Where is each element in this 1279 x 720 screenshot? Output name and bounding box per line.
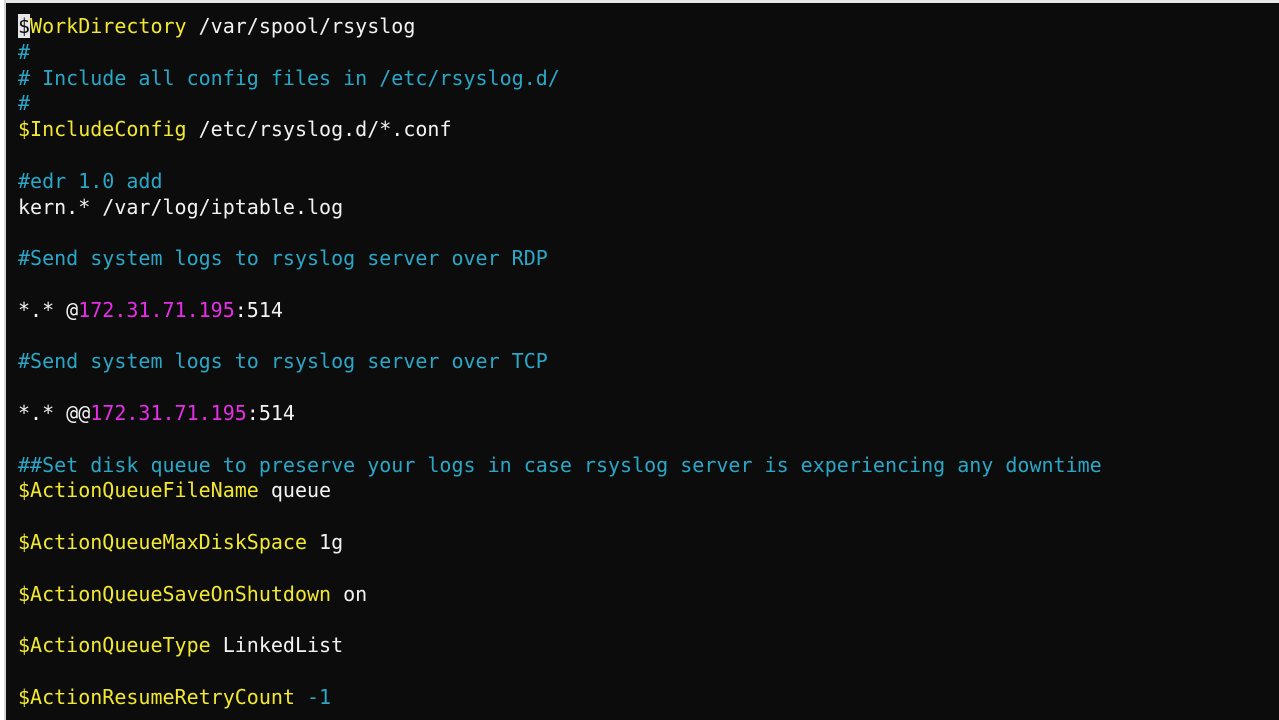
terminal-text-segment: /etc/rsyslog.d/*.conf — [186, 117, 452, 142]
terminal-text-segment: #Send system logs to rsyslog server over… — [18, 246, 548, 271]
terminal-line: #edr 1.0 add — [18, 169, 1102, 195]
terminal-text-segment: ##Set disk queue to preserve your logs i… — [18, 452, 1102, 477]
terminal-text-segment: kern.* /var/log/iptable.log — [18, 194, 344, 219]
terminal-text-segment: #Send system logs to rsyslog server over… — [18, 349, 548, 374]
terminal-line: kern.* /var/log/iptable.log — [18, 195, 1102, 221]
text-cursor: $ — [18, 14, 31, 38]
terminal-text-segment: $ActionQueueType — [18, 633, 211, 658]
terminal-line: # — [18, 40, 1102, 66]
terminal-text-segment: $ActionQueueFileName — [18, 478, 259, 503]
terminal-line: ##Set disk queue to preserve your logs i… — [18, 453, 1102, 479]
terminal-text-segment: WorkDirectory — [30, 14, 187, 38]
terminal-text-segment: # — [18, 39, 31, 64]
terminal-line: $WorkDirectory /var/spool/rsyslog — [18, 14, 1102, 40]
terminal-line: $ActionQueueFileName queue — [18, 478, 1102, 504]
terminal-line: #Send system logs to rsyslog server over… — [18, 349, 1102, 375]
screenshot-frame: $WorkDirectory /var/spool/rsyslog # # Incl… — [0, 0, 1279, 720]
terminal-text-segment: *.* @@ — [18, 400, 91, 425]
terminal-text-segment: queue — [258, 478, 332, 503]
terminal-text-segment: 172.31.71.195 — [78, 297, 235, 322]
terminal-text-segment: 172.31.71.195 — [90, 400, 247, 425]
terminal-line: *.* @@172.31.71.195:514 — [18, 401, 1102, 427]
terminal-text-segment: -1 — [294, 684, 332, 709]
terminal-text-segment: $ActionQueueSaveOnShutdown — [18, 581, 332, 606]
terminal-text-segment: # Include all config files in /etc/rsysl… — [18, 65, 560, 90]
terminal-line: *.* @172.31.71.195:514 — [18, 298, 1102, 324]
terminal-line: # Include all config files in /etc/rsysl… — [18, 66, 1102, 92]
terminal-line: $ActionQueueSaveOnShutdown on — [18, 582, 1102, 608]
terminal-text-area[interactable]: $WorkDirectory /var/spool/rsyslog # # Incl… — [18, 14, 1102, 711]
terminal-text-segment: :514 — [234, 297, 283, 322]
terminal-text-segment: $ActionResumeRetryCount — [18, 684, 295, 709]
terminal-text-segment: $IncludeConfig — [18, 117, 187, 142]
terminal-text-segment: $ActionQueueMaxDiskSpace — [18, 529, 307, 554]
terminal-line: #Send system logs to rsyslog server over… — [18, 246, 1102, 272]
terminal-text-segment: 1g — [306, 529, 344, 554]
terminal-text-segment: # — [18, 91, 31, 116]
terminal-top-edge — [6, 0, 1279, 3]
terminal-line: $ActionQueueType LinkedList — [18, 633, 1102, 659]
terminal-text-segment: /var/spool/rsyslog — [186, 14, 416, 38]
terminal-line: # — [18, 91, 1102, 117]
terminal-text-segment: :514 — [246, 400, 295, 425]
terminal-window[interactable]: $WorkDirectory /var/spool/rsyslog # # Incl… — [4, 0, 1279, 720]
terminal-text-segment: LinkedList — [210, 633, 344, 658]
terminal-line: $IncludeConfig /etc/rsyslog.d/*.conf — [18, 117, 1102, 143]
terminal-text-segment: #edr 1.0 add — [18, 168, 163, 193]
terminal-line: $ActionQueueMaxDiskSpace 1g — [18, 530, 1102, 556]
terminal-line: $ActionResumeRetryCount -1 — [18, 685, 1102, 711]
terminal-text-segment: on — [331, 581, 368, 606]
terminal-text-segment: *.* @ — [18, 297, 79, 322]
